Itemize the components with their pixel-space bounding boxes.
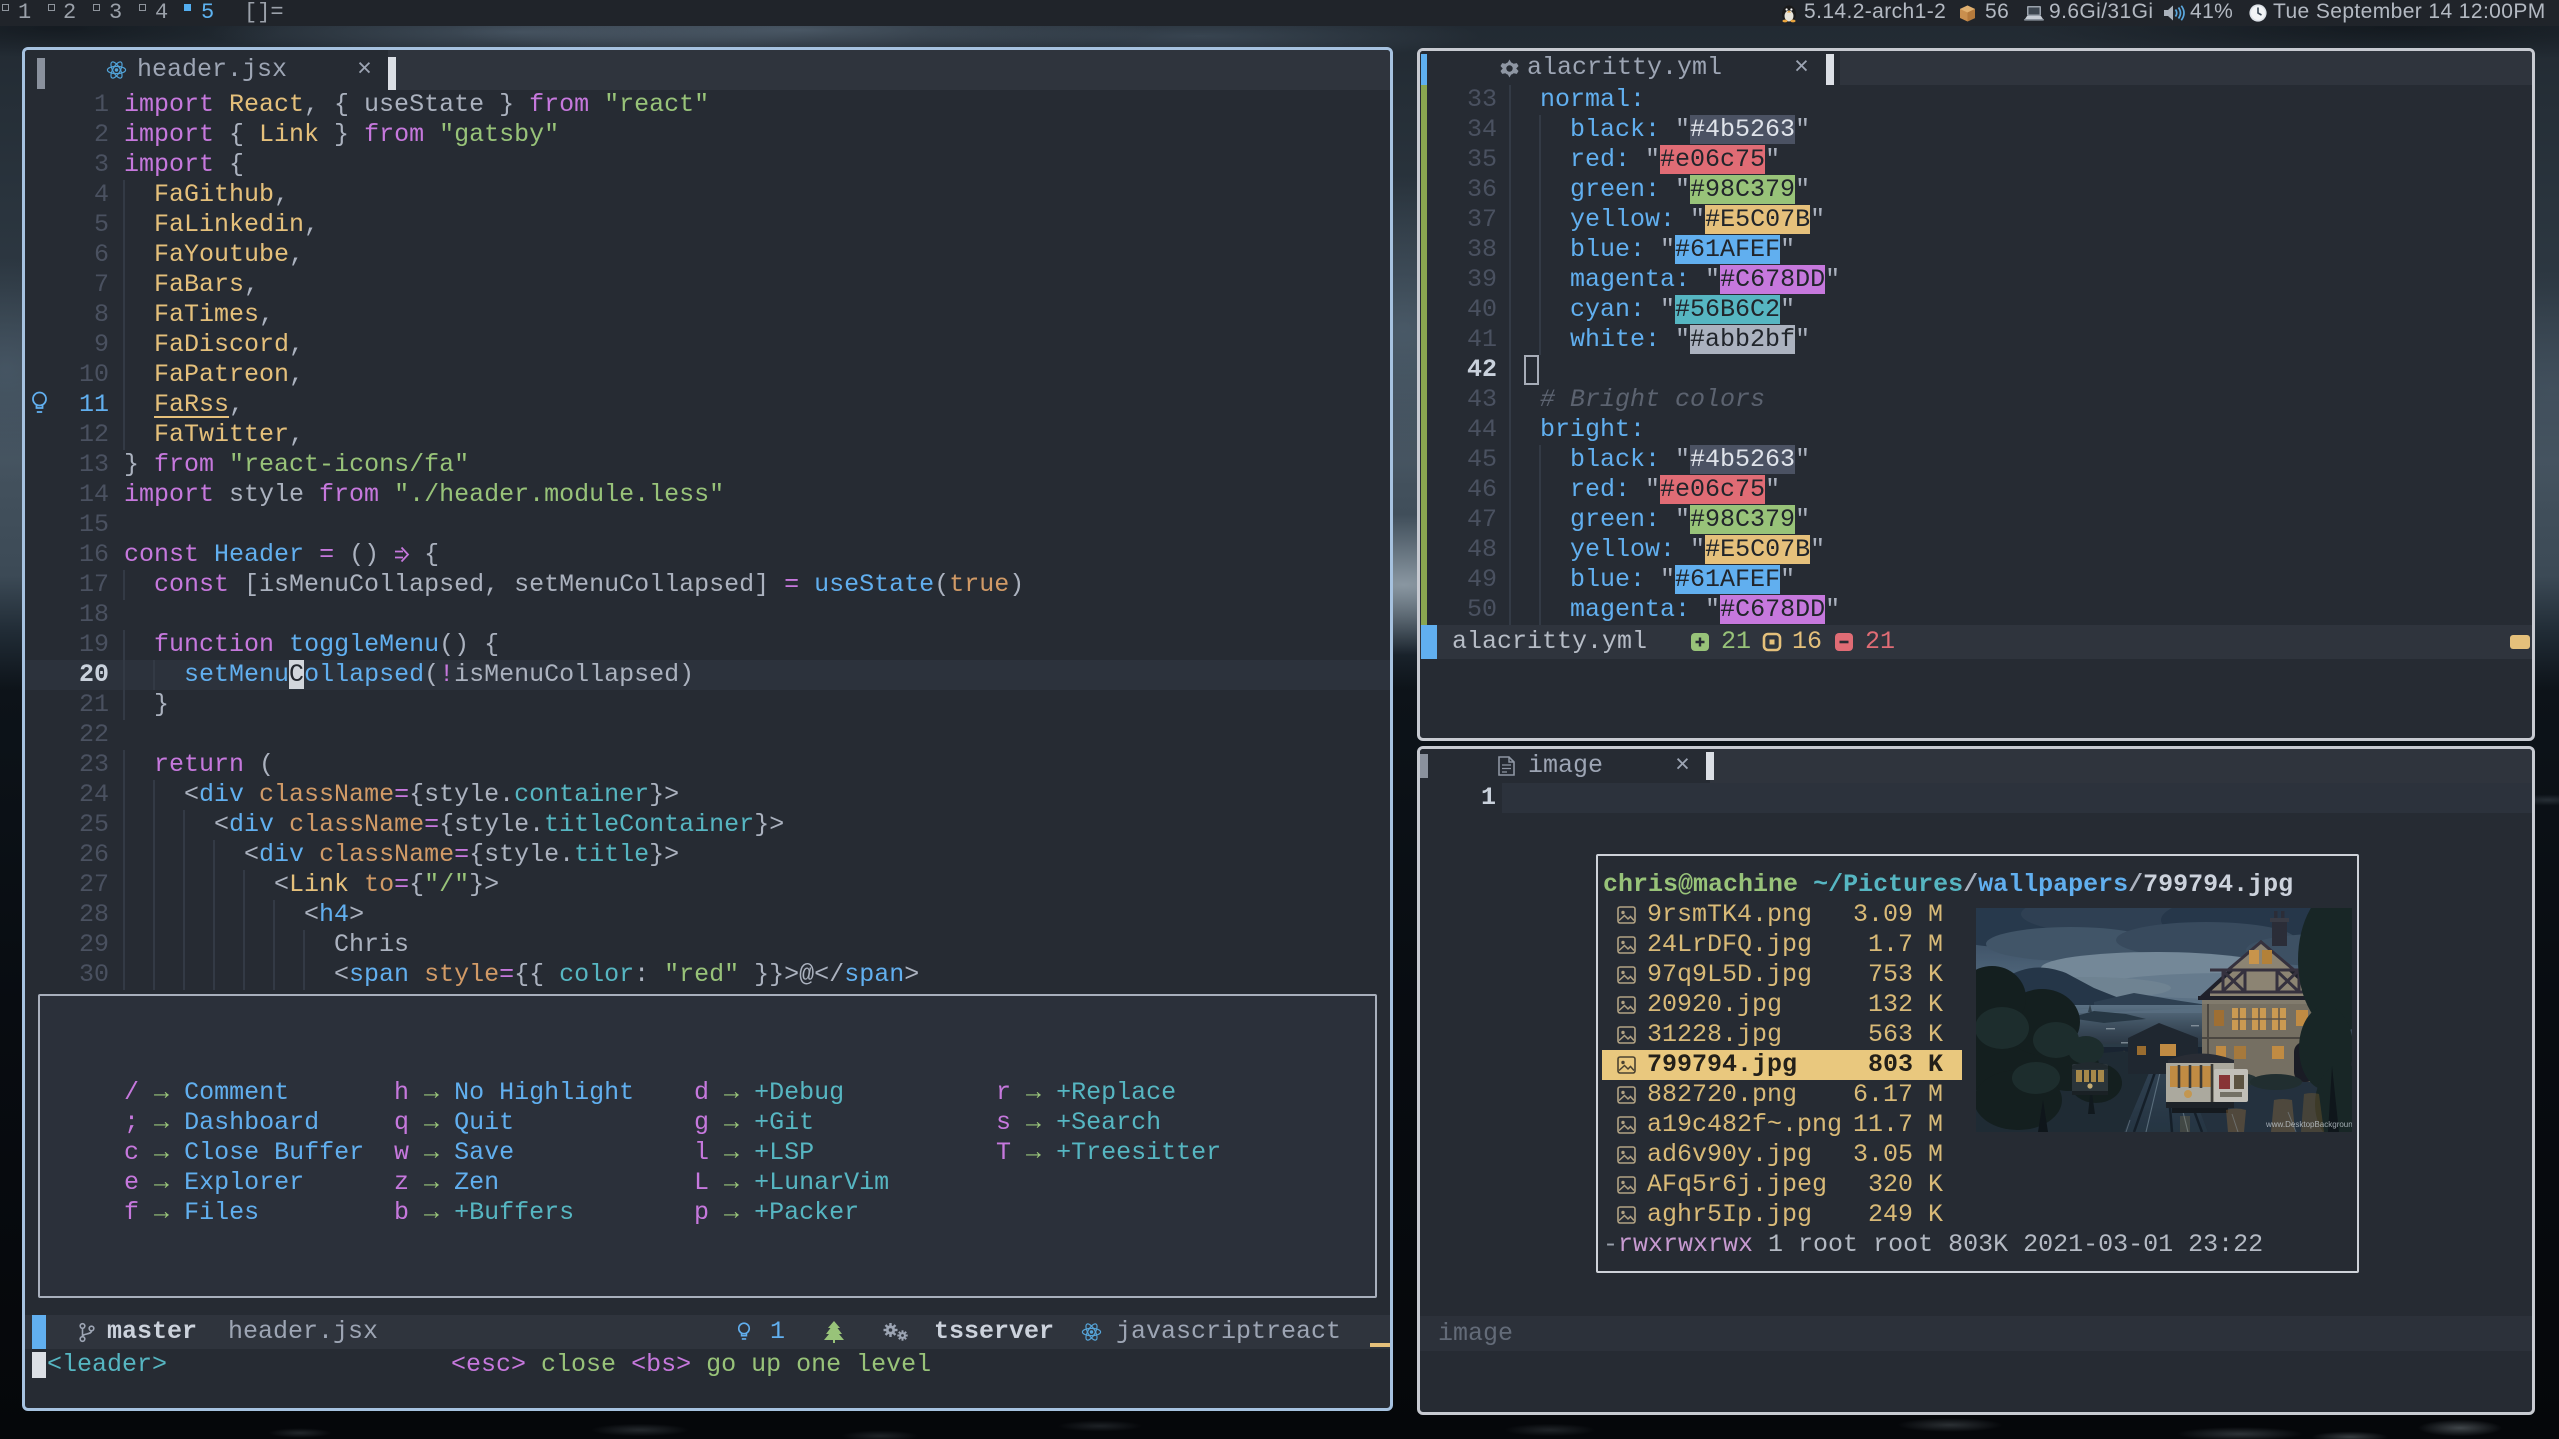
svg-text:www.DesktopBackground.org: www.DesktopBackground.org: [2265, 1120, 2352, 1129]
